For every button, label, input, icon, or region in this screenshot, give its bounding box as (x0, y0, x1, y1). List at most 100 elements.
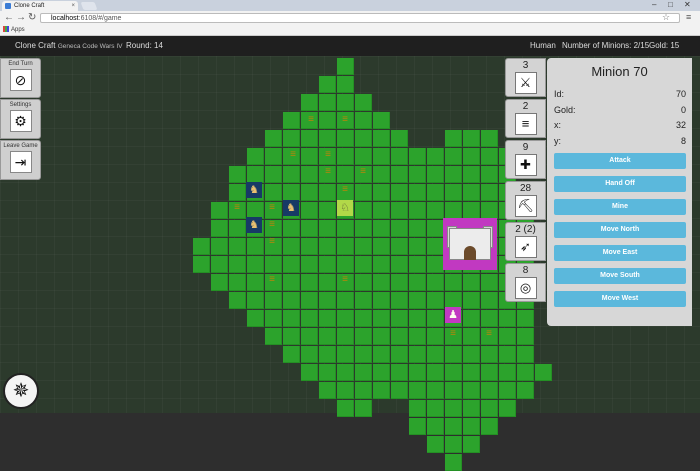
terrain-tile[interactable] (463, 382, 480, 399)
terrain-tile[interactable] (427, 292, 444, 309)
terrain-tile[interactable] (355, 130, 372, 147)
terrain-tile[interactable] (481, 418, 498, 435)
terrain-tile[interactable] (373, 256, 390, 273)
terrain-tile[interactable] (517, 310, 534, 327)
terrain-tile[interactable] (391, 148, 408, 165)
terrain-tile[interactable] (283, 292, 300, 309)
terrain-tile[interactable] (409, 346, 426, 363)
terrain-tile[interactable] (319, 382, 336, 399)
terrain-tile[interactable] (445, 166, 462, 183)
terrain-tile[interactable] (427, 166, 444, 183)
terrain-tile[interactable] (337, 310, 354, 327)
terrain-tile[interactable] (517, 328, 534, 345)
apps-icon[interactable] (3, 26, 9, 32)
terrain-tile[interactable] (391, 328, 408, 345)
gold-deposit[interactable]: ≡ (481, 326, 497, 342)
terrain-tile[interactable] (283, 130, 300, 147)
terrain-tile[interactable] (391, 274, 408, 291)
terrain-tile[interactable] (319, 202, 336, 219)
terrain-tile[interactable] (463, 130, 480, 147)
terrain-tile[interactable] (463, 418, 480, 435)
terrain-tile[interactable] (427, 382, 444, 399)
terrain-tile[interactable] (373, 382, 390, 399)
terrain-tile[interactable] (283, 112, 300, 129)
terrain-tile[interactable] (337, 166, 354, 183)
gold-deposit[interactable]: ≡ (264, 234, 280, 250)
terrain-tile[interactable] (481, 130, 498, 147)
terrain-tile[interactable] (463, 202, 480, 219)
terrain-tile[interactable] (499, 364, 516, 381)
move-south-button[interactable]: Move South (554, 268, 686, 284)
terrain-tile[interactable] (301, 130, 318, 147)
terrain-tile[interactable] (499, 328, 516, 345)
terrain-tile[interactable] (319, 112, 336, 129)
terrain-tile[interactable] (355, 328, 372, 345)
terrain-tile[interactable] (463, 184, 480, 201)
terrain-tile[interactable] (391, 364, 408, 381)
terrain-tile[interactable] (247, 310, 264, 327)
terrain-tile[interactable] (265, 130, 282, 147)
terrain-tile[interactable] (373, 130, 390, 147)
terrain-tile[interactable] (463, 166, 480, 183)
terrain-tile[interactable] (445, 364, 462, 381)
leave-game-button[interactable]: Leave Game ⇥ (0, 140, 41, 180)
terrain-tile[interactable] (301, 238, 318, 255)
address-bar[interactable]: localhost:6108/#/game (40, 13, 680, 23)
terrain-tile[interactable] (409, 418, 426, 435)
settings-button[interactable]: Settings ⚙ (0, 99, 41, 139)
terrain-tile[interactable] (319, 274, 336, 291)
terrain-tile[interactable] (445, 454, 462, 471)
terrain-tile[interactable] (373, 202, 390, 219)
terrain-tile[interactable] (481, 346, 498, 363)
enemy-minion[interactable]: ♞ (246, 217, 262, 233)
terrain-tile[interactable] (427, 274, 444, 291)
terrain-tile[interactable] (355, 202, 372, 219)
terrain-tile[interactable] (355, 382, 372, 399)
terrain-tile[interactable] (283, 274, 300, 291)
terrain-tile[interactable] (409, 202, 426, 219)
terrain-tile[interactable] (229, 292, 246, 309)
terrain-tile[interactable] (265, 328, 282, 345)
terrain-tile[interactable] (427, 256, 444, 273)
end-turn-button[interactable]: End Turn ⊘ (0, 58, 41, 98)
terrain-tile[interactable] (247, 166, 264, 183)
terrain-tile[interactable] (445, 346, 462, 363)
terrain-tile[interactable] (409, 220, 426, 237)
terrain-tile[interactable] (247, 256, 264, 273)
compass-icon[interactable]: ✵ (3, 373, 39, 409)
mine-button[interactable]: Mine (554, 199, 686, 215)
terrain-tile[interactable] (445, 382, 462, 399)
terrain-tile[interactable] (319, 292, 336, 309)
terrain-tile[interactable] (481, 274, 498, 291)
terrain-tile[interactable] (535, 364, 552, 381)
terrain-tile[interactable] (247, 148, 264, 165)
terrain-tile[interactable] (409, 292, 426, 309)
terrain-tile[interactable] (211, 202, 228, 219)
terrain-tile[interactable] (409, 328, 426, 345)
terrain-tile[interactable] (283, 328, 300, 345)
terrain-tile[interactable] (445, 148, 462, 165)
terrain-tile[interactable] (409, 400, 426, 417)
maximize-icon[interactable]: □ (668, 0, 673, 10)
gold-deposit[interactable]: ≡ (229, 200, 245, 216)
hand-off-button[interactable]: Hand Off (554, 176, 686, 192)
gold-deposit[interactable]: ≡ (285, 147, 301, 163)
terrain-tile[interactable] (355, 400, 372, 417)
terrain-tile[interactable] (391, 184, 408, 201)
terrain-tile[interactable] (481, 310, 498, 327)
terrain-tile[interactable] (337, 292, 354, 309)
terrain-tile[interactable] (337, 76, 354, 93)
attack-button[interactable]: Attack (554, 153, 686, 169)
terrain-tile[interactable] (373, 238, 390, 255)
terrain-tile[interactable] (373, 148, 390, 165)
terrain-tile[interactable] (283, 256, 300, 273)
terrain-tile[interactable] (319, 130, 336, 147)
terrain-tile[interactable] (427, 436, 444, 453)
terrain-tile[interactable] (283, 166, 300, 183)
terrain-tile[interactable] (301, 328, 318, 345)
terrain-tile[interactable] (409, 238, 426, 255)
terrain-tile[interactable] (499, 400, 516, 417)
terrain-tile[interactable] (409, 184, 426, 201)
terrain-tile[interactable] (355, 310, 372, 327)
terrain-tile[interactable] (391, 166, 408, 183)
